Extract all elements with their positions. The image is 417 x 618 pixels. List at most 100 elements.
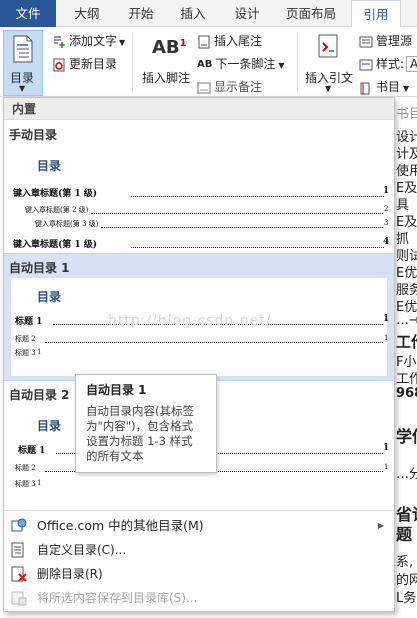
preview-line: 标题 2: [15, 335, 36, 343]
toc-chevron-down-icon: ▼: [19, 84, 26, 93]
preview-line: 键入章标题(第 2 级): [25, 206, 89, 214]
preview-page-number: 1: [383, 186, 390, 196]
add-text-chevron-icon: ▼: [119, 38, 126, 47]
preview-page-number: 1: [384, 463, 389, 471]
update-toc-label: 更新目录: [69, 57, 118, 71]
ribbon-separator: [132, 33, 133, 93]
ribbon-separator: [297, 33, 298, 93]
menu-item-save-to-gallery[interactable]: 将所选内容保存到目录库(S)...: [4, 586, 394, 610]
gallery-item-manual-toc[interactable]: 手动目录 目录 键入章标题(第 1 级) 1 键入章标题(第 2 级) 2 键入…: [4, 121, 394, 253]
delete-toc-icon: [11, 566, 27, 582]
toc-preview: 目录 键入章标题(第 1 级) 1 键入章标题(第 2 级) 2 键入章标题(第…: [11, 145, 390, 251]
preview-line: 键入章标题(第 1 级): [13, 189, 98, 199]
tooltip-auto-toc-1: 自动目录 1 自动目录内容(其标签 为"内容")，包含格式 设置为标题 1-3 …: [75, 374, 217, 473]
preview-heading: 目录: [37, 159, 62, 173]
style-select[interactable]: 样式: A: [359, 55, 417, 72]
doc-fragment: 学信: [396, 427, 417, 446]
preview-line: 标题 3: [15, 349, 36, 357]
tab-outline[interactable]: 大纲: [64, 0, 110, 27]
custom-toc-icon: [11, 542, 24, 558]
next-footnote-label: 下一条脚注: [215, 57, 276, 71]
gallery-item-title: 自动目录 1: [9, 261, 70, 275]
ribbon-tab-bar: 文件 大纲 开始 插入 设计 页面布局 引用: [0, 0, 417, 28]
tab-references[interactable]: 引用: [351, 0, 401, 28]
bibliography-chevron-icon: ▼: [403, 84, 410, 93]
doc-fragment: 工作: [396, 372, 417, 387]
add-text-label: 添加文字: [69, 34, 118, 48]
save-selection-icon: [11, 591, 27, 606]
preview-line: 标题 3: [15, 480, 36, 488]
section-header-builtin: 内置: [4, 98, 394, 120]
toc-button[interactable]: 目录 ▼: [3, 30, 43, 96]
submenu-arrow-icon: ▶: [377, 521, 384, 530]
tab-file[interactable]: 文件: [0, 0, 56, 27]
doc-fragment: 工作: [396, 333, 417, 351]
tab-insert[interactable]: 插入: [170, 0, 216, 27]
insert-endnote-label: 插入尾注: [214, 34, 263, 48]
footnote-ab-icon: AB1: [152, 37, 187, 58]
ribbon-references: 目录 ▼ 添加文字 ▼ 更新目录 AB1 插入脚注 插入尾注 AB 下一条脚注 ▼ 显…: [0, 27, 417, 97]
next-footnote-chevron-icon: ▼: [278, 61, 285, 70]
preview-line: 标题 2: [15, 464, 36, 472]
preview-line: 键入章标题(第 1 级): [13, 240, 98, 250]
preview-page-number: 1: [383, 443, 390, 453]
manage-sources-label: 管理源: [376, 34, 413, 48]
doc-fragment: 题: [396, 525, 413, 544]
menu-item-label: Office.com 中的其他目录(M): [37, 518, 204, 533]
tab-home[interactable]: 开始: [118, 0, 164, 27]
office-icon: [11, 518, 27, 532]
insert-footnote-label: 插入脚注: [142, 71, 191, 85]
manage-sources-button[interactable]: 管理源: [359, 32, 412, 49]
preview-heading: 目录: [37, 290, 62, 304]
watermark-text: http://blog.csdn.net/: [108, 313, 272, 329]
tooltip-body: 自动目录内容(其标签 为"内容")，包含格式 设置为标题 1-3 样式 的所有文…: [86, 404, 194, 463]
preview-heading: 目录: [37, 419, 62, 433]
menu-item-label: 将所选内容保存到目录库(S)...: [37, 591, 198, 605]
menu-item-office-more-toc[interactable]: Office.com 中的其他目录(M) ▶: [4, 514, 394, 538]
menu-item-delete-toc[interactable]: 删除目录(R): [4, 562, 394, 586]
next-footnote-button[interactable]: AB 下一条脚注 ▼: [197, 55, 285, 72]
preview-page-number: 1: [37, 348, 42, 356]
insert-footnote-button[interactable]: AB1 插入脚注: [140, 31, 190, 91]
doc-fragment: …分: [396, 467, 417, 482]
add-text-button[interactable]: 添加文字 ▼: [52, 32, 125, 49]
preview-page-number: 4: [383, 237, 390, 247]
add-text-icon: [54, 35, 65, 48]
next-footnote-icon: AB: [197, 59, 213, 70]
bibliography-button[interactable]: 书目 ▼: [359, 78, 409, 95]
update-toc-icon: [53, 58, 65, 71]
endnote-icon: [198, 35, 210, 48]
show-notes-label: 显示备注: [214, 80, 263, 94]
manage-sources-icon: [359, 36, 373, 47]
show-notes-button[interactable]: 显示备注: [197, 78, 262, 95]
preview-line: 键入章标题(第 3 级): [35, 220, 99, 228]
toc-dropdown-gallery: 内置 手动目录 目录 键入章标题(第 1 级) 1 键入章标题(第 2 级) 2…: [3, 97, 395, 612]
preview-page-number: 1: [384, 334, 389, 342]
doc-fragment: 的网: [396, 573, 417, 588]
insert-citation-chevron-icon: ▼: [325, 84, 332, 93]
preview-leader: [101, 227, 383, 228]
doc-fragment: 书目: [396, 107, 417, 122]
style-icon: [359, 59, 373, 70]
insert-endnote-button[interactable]: 插入尾注: [197, 32, 262, 49]
tooltip-title: 自动目录 1: [86, 383, 147, 397]
update-toc-button[interactable]: 更新目录: [52, 55, 117, 72]
preview-page-number: 1: [383, 314, 390, 324]
bibliography-icon: [360, 82, 370, 94]
menu-item-custom-toc[interactable]: 自定义目录(C)...: [4, 538, 394, 562]
gallery-item-title: 自动目录 2: [9, 388, 70, 402]
insert-citation-button[interactable]: 插入引文 ▼: [303, 31, 355, 93]
menu-item-label: 自定义目录(C)...: [37, 543, 127, 557]
preview-leader: [91, 213, 383, 214]
citation-icon: [318, 34, 338, 58]
preview-leader: [131, 196, 384, 197]
preview-line: 标题 1: [15, 317, 43, 327]
preview-page-number: 2: [384, 205, 389, 213]
gallery-item-title: 手动目录: [9, 128, 58, 142]
style-value: A: [406, 56, 417, 72]
toc-document-icon: [13, 35, 33, 63]
menu-divider: [4, 510, 394, 511]
tab-design[interactable]: 设计: [222, 0, 272, 27]
document-page-edge: 书目 设计 计及 使用 E及 具 E及 抓 则试- E优 服务 E优 …→ 工作…: [394, 97, 417, 618]
tab-page-layout[interactable]: 页面布局: [278, 0, 344, 27]
